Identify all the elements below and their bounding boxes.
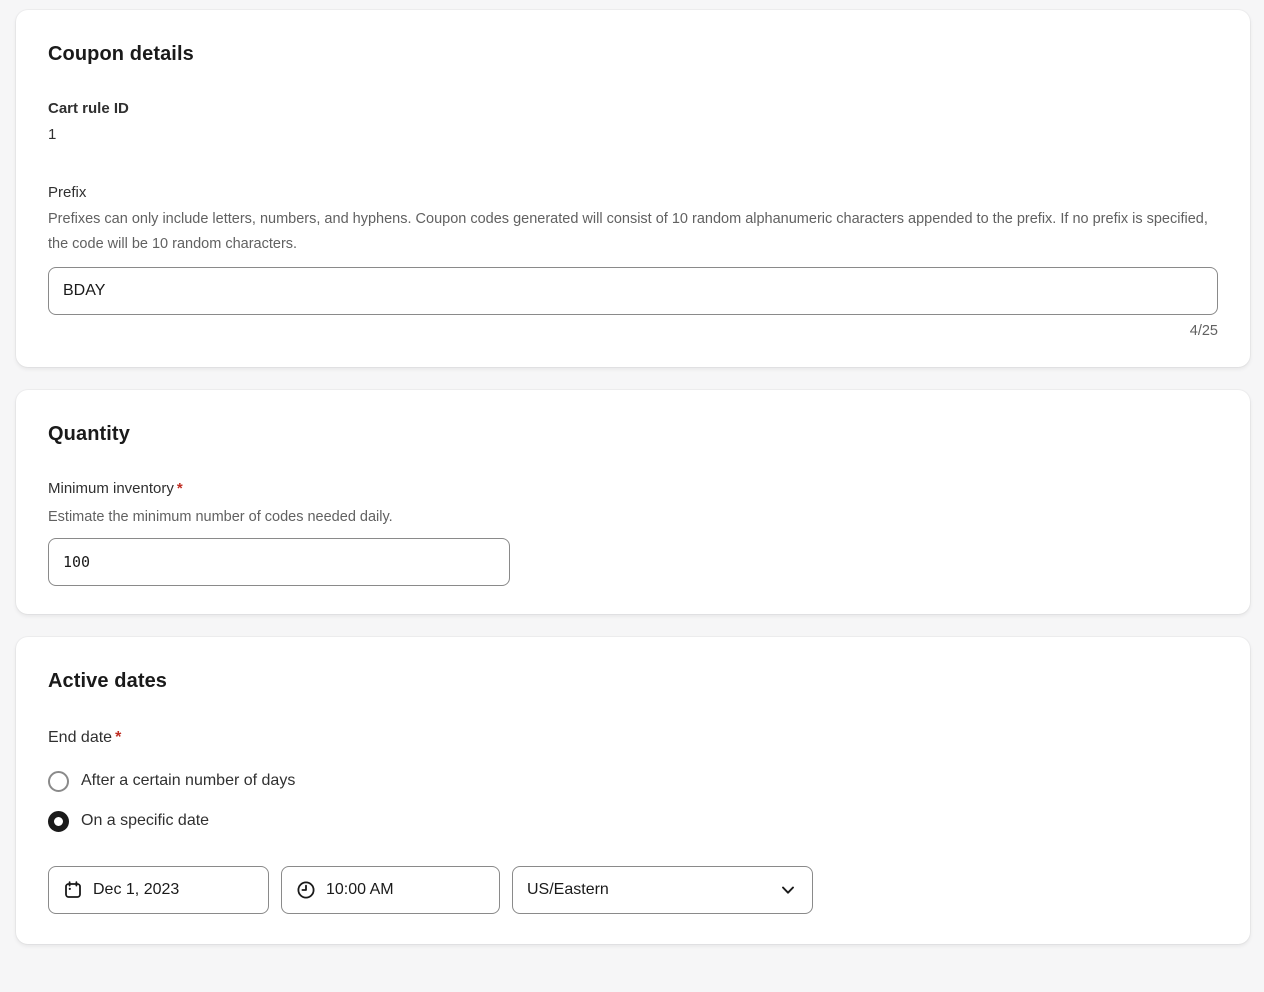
- end-date-radio-group: After a certain number of days On a spec…: [48, 761, 1218, 841]
- card-title-coupon-details: Coupon details: [48, 40, 1218, 68]
- datetime-picker-row: Dec 1, 2023 10:00 AM US/Eastern: [48, 866, 1218, 914]
- end-date-label: End date*: [48, 727, 1218, 749]
- prefix-label: Prefix: [48, 182, 1218, 204]
- radio-button-icon[interactable]: [48, 771, 69, 792]
- quantity-card: Quantity Minimum inventory* Estimate the…: [16, 390, 1250, 614]
- radio-option-after-days[interactable]: After a certain number of days: [48, 761, 1218, 801]
- end-date-label-text: End date: [48, 729, 112, 746]
- prefix-field: Prefix Prefixes can only include letters…: [48, 182, 1218, 339]
- card-title-active-dates: Active dates: [48, 667, 1218, 695]
- minimum-inventory-label: Minimum inventory*: [48, 478, 1218, 500]
- clock-icon: [296, 880, 316, 900]
- minimum-inventory-label-text: Minimum inventory: [48, 480, 174, 497]
- end-date-time-value: 10:00 AM: [326, 881, 394, 899]
- radio-option-after-days-label: After a certain number of days: [81, 770, 295, 792]
- end-date-timezone-value: US/Eastern: [527, 881, 609, 899]
- minimum-inventory-input[interactable]: [48, 538, 510, 586]
- radio-button-icon[interactable]: [48, 811, 69, 832]
- end-date-date-value: Dec 1, 2023: [93, 881, 179, 899]
- chevron-down-icon: [778, 880, 798, 900]
- minimum-inventory-field: Minimum inventory* Estimate the minimum …: [48, 478, 1218, 586]
- active-dates-card: Active dates End date* After a certain n…: [16, 637, 1250, 944]
- cart-rule-id-value: 1: [48, 124, 1218, 146]
- coupon-details-card: Coupon details Cart rule ID 1 Prefix Pre…: [16, 10, 1250, 367]
- page-background: { "colors": { "background": "#f6f6f7", "…: [0, 0, 1264, 992]
- end-date-time-picker[interactable]: 10:00 AM: [281, 866, 500, 914]
- end-date-timezone-select[interactable]: US/Eastern: [512, 866, 813, 914]
- required-asterisk: *: [177, 480, 183, 497]
- prefix-char-counter: 4/25: [48, 323, 1218, 339]
- card-title-quantity: Quantity: [48, 420, 1218, 448]
- end-date-date-picker[interactable]: Dec 1, 2023: [48, 866, 269, 914]
- prefix-input[interactable]: [48, 267, 1218, 315]
- radio-option-specific-date[interactable]: On a specific date: [48, 801, 1218, 841]
- cart-rule-id-field: Cart rule ID 1: [48, 98, 1218, 146]
- calendar-icon: [63, 880, 83, 900]
- required-asterisk: *: [115, 729, 121, 746]
- minimum-inventory-description: Estimate the minimum number of codes nee…: [48, 507, 1218, 528]
- end-date-field: End date* After a certain number of days…: [48, 727, 1218, 914]
- radio-option-specific-date-label: On a specific date: [81, 810, 209, 832]
- cart-rule-id-label: Cart rule ID: [48, 98, 1218, 120]
- prefix-description: Prefixes can only include letters, numbe…: [48, 207, 1218, 257]
